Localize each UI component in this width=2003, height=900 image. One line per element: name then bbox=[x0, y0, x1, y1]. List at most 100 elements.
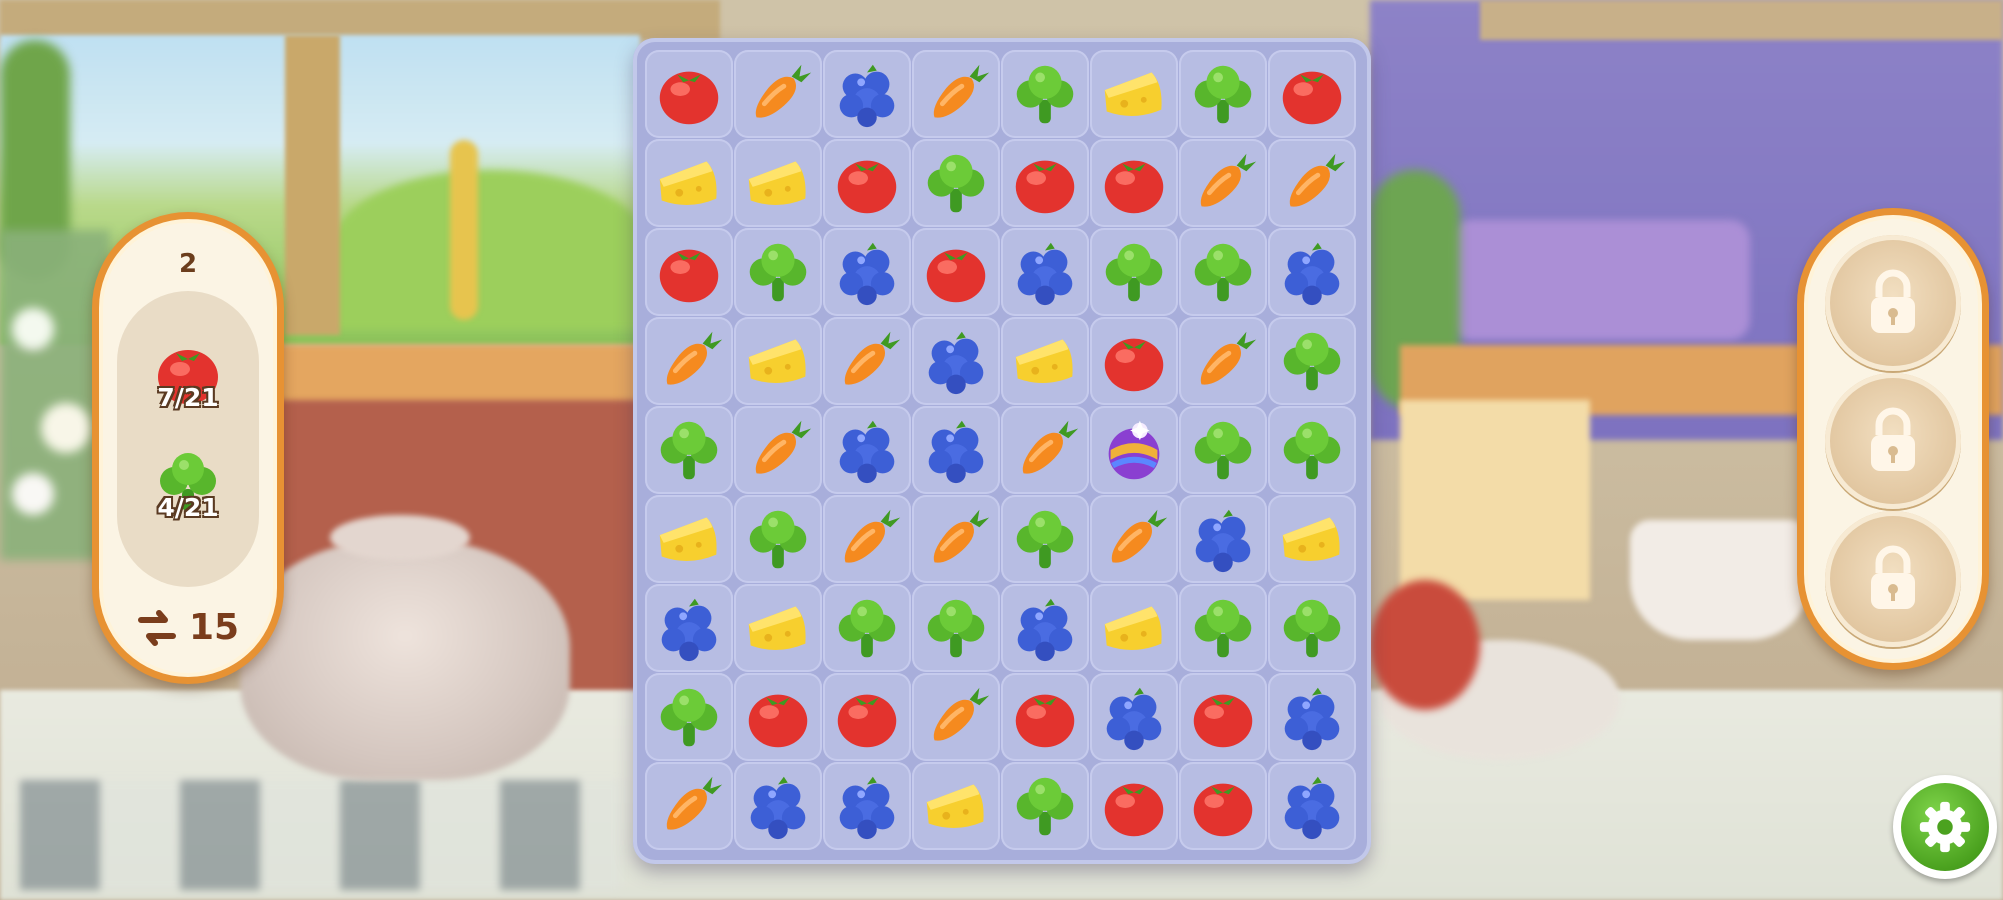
booster-slot-1[interactable] bbox=[1825, 235, 1961, 371]
tile-tomato[interactable] bbox=[912, 228, 1000, 316]
tile-broccoli[interactable] bbox=[734, 228, 822, 316]
broccoli-icon bbox=[1105, 243, 1163, 302]
tile-broccoli[interactable] bbox=[734, 495, 822, 583]
tile-broccoli[interactable] bbox=[1268, 406, 1356, 494]
tile-tomato[interactable] bbox=[823, 673, 911, 761]
carrot-icon bbox=[844, 331, 901, 385]
tile-broccoli[interactable] bbox=[1179, 406, 1267, 494]
tile-carrot[interactable] bbox=[734, 406, 822, 494]
tile-blueberry[interactable] bbox=[1090, 673, 1178, 761]
tile-tomato[interactable] bbox=[734, 673, 822, 761]
tile-cheese[interactable] bbox=[912, 762, 1000, 850]
tomato-icon bbox=[748, 694, 808, 748]
tile-tomato[interactable] bbox=[1001, 673, 1089, 761]
tile-blueberry[interactable] bbox=[1179, 495, 1267, 583]
tile-broccoli[interactable] bbox=[1179, 228, 1267, 316]
hill bbox=[330, 170, 650, 330]
tile-cheese[interactable] bbox=[734, 584, 822, 672]
tile-blueberry[interactable] bbox=[1268, 762, 1356, 850]
tile-broccoli[interactable] bbox=[823, 584, 911, 672]
tile-rainbow-orb[interactable] bbox=[1090, 406, 1178, 494]
tile-tomato[interactable] bbox=[1090, 139, 1178, 227]
carrot-icon bbox=[666, 776, 723, 830]
goals-list: 7/21 4/21 bbox=[117, 291, 259, 587]
tile-cheese[interactable] bbox=[645, 495, 733, 583]
tile-blueberry[interactable] bbox=[823, 762, 911, 850]
tile-carrot[interactable] bbox=[1268, 139, 1356, 227]
tile-blueberry[interactable] bbox=[823, 228, 911, 316]
tile-blueberry[interactable] bbox=[823, 406, 911, 494]
tile-tomato[interactable] bbox=[823, 139, 911, 227]
moves-count: 15 bbox=[188, 607, 240, 648]
tile-carrot[interactable] bbox=[1179, 139, 1267, 227]
tile-broccoli[interactable] bbox=[1001, 495, 1089, 583]
carrot-icon bbox=[755, 420, 812, 474]
booster-slot-3[interactable] bbox=[1825, 511, 1961, 647]
drawer bbox=[1400, 400, 1590, 600]
tile-carrot[interactable] bbox=[1090, 495, 1178, 583]
tile-blueberry[interactable] bbox=[912, 317, 1000, 405]
tile-broccoli[interactable] bbox=[1179, 584, 1267, 672]
tile-broccoli[interactable] bbox=[1179, 50, 1267, 138]
cheese-icon bbox=[926, 784, 984, 828]
tile-cheese[interactable] bbox=[1001, 317, 1089, 405]
broccoli-icon bbox=[1016, 65, 1074, 124]
tile-cheese[interactable] bbox=[1090, 50, 1178, 138]
teapot bbox=[240, 540, 570, 780]
broccoli-icon bbox=[1194, 599, 1252, 658]
tomato-icon bbox=[1015, 160, 1075, 214]
tile-broccoli[interactable] bbox=[1001, 50, 1089, 138]
tile-broccoli[interactable] bbox=[1268, 317, 1356, 405]
carrot-icon bbox=[1022, 420, 1079, 474]
tile-blueberry[interactable] bbox=[823, 50, 911, 138]
tile-blueberry[interactable] bbox=[1001, 228, 1089, 316]
tile-cheese[interactable] bbox=[645, 139, 733, 227]
booster-slot-2[interactable] bbox=[1825, 373, 1961, 509]
tile-broccoli[interactable] bbox=[1268, 584, 1356, 672]
tile-blueberry[interactable] bbox=[1268, 673, 1356, 761]
tile-cheese[interactable] bbox=[1090, 584, 1178, 672]
tile-tomato[interactable] bbox=[645, 50, 733, 138]
tile-tomato[interactable] bbox=[1179, 762, 1267, 850]
tile-tomato[interactable] bbox=[645, 228, 733, 316]
broccoli-icon bbox=[749, 510, 807, 569]
tile-cheese[interactable] bbox=[1268, 495, 1356, 583]
tomato-icon bbox=[837, 694, 897, 748]
tile-broccoli[interactable] bbox=[912, 139, 1000, 227]
tile-carrot[interactable] bbox=[912, 495, 1000, 583]
tile-cheese[interactable] bbox=[734, 317, 822, 405]
tile-carrot[interactable] bbox=[1179, 317, 1267, 405]
tile-carrot[interactable] bbox=[645, 762, 733, 850]
tile-carrot[interactable] bbox=[823, 495, 911, 583]
tile-broccoli[interactable] bbox=[645, 406, 733, 494]
tile-tomato[interactable] bbox=[1268, 50, 1356, 138]
blueberry-icon bbox=[928, 331, 984, 395]
tile-tomato[interactable] bbox=[1090, 762, 1178, 850]
tile-broccoli[interactable] bbox=[1090, 228, 1178, 316]
broccoli-icon bbox=[1283, 599, 1341, 658]
tile-grid bbox=[645, 50, 1356, 850]
tile-cheese[interactable] bbox=[734, 139, 822, 227]
tile-blueberry[interactable] bbox=[1001, 584, 1089, 672]
tile-blueberry[interactable] bbox=[912, 406, 1000, 494]
tile-carrot[interactable] bbox=[912, 673, 1000, 761]
tile-carrot[interactable] bbox=[912, 50, 1000, 138]
tile-carrot[interactable] bbox=[734, 50, 822, 138]
settings-button[interactable] bbox=[1893, 775, 1997, 879]
tile-carrot[interactable] bbox=[645, 317, 733, 405]
apple bbox=[1370, 580, 1480, 710]
tile-blueberry[interactable] bbox=[1268, 228, 1356, 316]
tile-carrot[interactable] bbox=[823, 317, 911, 405]
tile-blueberry[interactable] bbox=[645, 584, 733, 672]
carrot-icon bbox=[933, 509, 990, 563]
tile-tomato[interactable] bbox=[1090, 317, 1178, 405]
tile-broccoli[interactable] bbox=[912, 584, 1000, 672]
tomato-icon bbox=[1282, 71, 1342, 125]
tile-broccoli[interactable] bbox=[1001, 762, 1089, 850]
tile-carrot[interactable] bbox=[1001, 406, 1089, 494]
tile-tomato[interactable] bbox=[1179, 673, 1267, 761]
sink-counter bbox=[270, 345, 650, 405]
tile-broccoli[interactable] bbox=[645, 673, 733, 761]
tile-blueberry[interactable] bbox=[734, 762, 822, 850]
tile-tomato[interactable] bbox=[1001, 139, 1089, 227]
